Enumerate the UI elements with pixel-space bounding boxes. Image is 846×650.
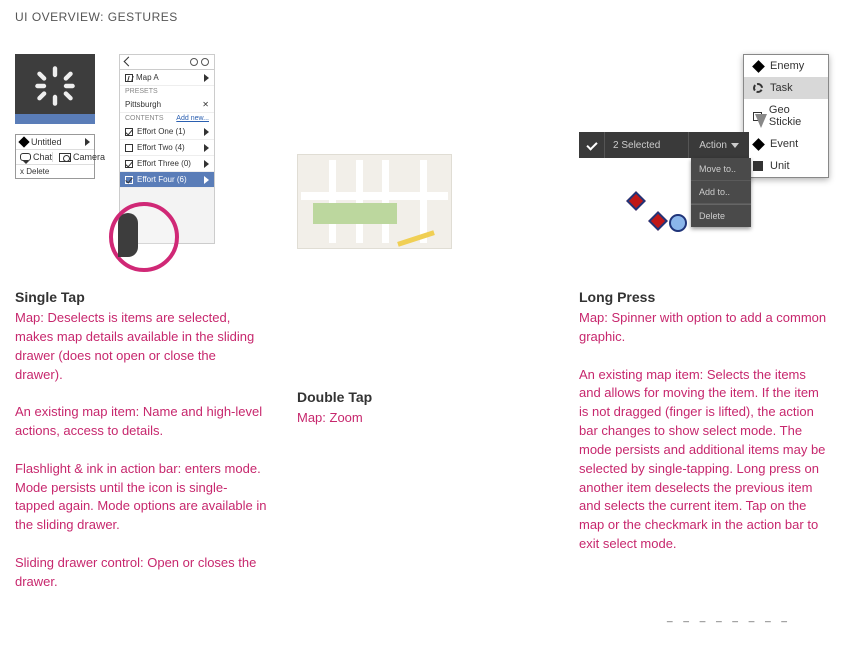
- menu-item-move-to[interactable]: Move to..: [691, 158, 751, 181]
- touch-indicator-icon: [109, 202, 179, 272]
- panel-map-label: Map A: [136, 73, 159, 82]
- chevron-right-icon[interactable]: [204, 128, 209, 136]
- panel-row-selected[interactable]: Effort Four (6): [120, 172, 214, 188]
- map-icon: [125, 74, 133, 82]
- panel-row-label: Effort Two (4): [137, 143, 185, 152]
- single-tap-column: Untitled Chat Camera: [15, 54, 267, 592]
- checkbox-checked-icon[interactable]: [125, 160, 133, 168]
- delete-action[interactable]: x Delete: [20, 167, 49, 176]
- panel-section-presets: PRESETS: [120, 86, 214, 97]
- chevron-right-icon[interactable]: [204, 74, 209, 82]
- popup-item-label: Geo Stickie: [769, 104, 820, 128]
- checkbox-checked-icon[interactable]: [125, 128, 133, 136]
- popup-item-unit[interactable]: Unit: [744, 155, 828, 177]
- map-marker-dot[interactable]: [669, 214, 687, 232]
- gear-icon[interactable]: [190, 58, 198, 66]
- selection-action-bar: 2 Selected Action: [579, 132, 749, 158]
- map-pin-icon: [755, 114, 767, 128]
- diamond-icon: [18, 136, 29, 147]
- chevron-right-icon[interactable]: [204, 160, 209, 168]
- long-press-column: Enemy Task Geo Stickie Event: [579, 54, 831, 592]
- map-marker-diamond[interactable]: [626, 191, 646, 211]
- callout-item-name: Untitled: [31, 137, 62, 147]
- panel-row-label: Effort Four (6): [137, 175, 187, 184]
- circle-dashed-icon: [753, 83, 763, 93]
- back-icon[interactable]: [124, 57, 134, 67]
- long-press-illustration: Enemy Task Geo Stickie Event: [579, 54, 831, 264]
- single-tap-illustration: Untitled Chat Camera: [15, 54, 267, 264]
- camera-icon: [59, 153, 71, 162]
- action-dropdown-menu: Move to.. Add to.. Delete: [691, 158, 751, 227]
- panel-section-contents: CONTENTS: [125, 115, 164, 122]
- popup-item-label: Unit: [770, 160, 790, 172]
- panel-row-label: Effort One (1): [137, 127, 185, 136]
- menu-item-add-to[interactable]: Add to..: [691, 181, 751, 204]
- chevron-right-icon: [85, 138, 90, 146]
- popup-item-event[interactable]: Event: [744, 133, 828, 155]
- long-press-title: Long Press: [579, 289, 831, 305]
- double-tap-illustration: [297, 154, 549, 364]
- page-header: UI OVERVIEW: GESTURES: [15, 10, 831, 24]
- chat-label[interactable]: Chat: [33, 152, 52, 162]
- selection-count-label: 2 Selected: [605, 140, 688, 151]
- panel-row-label: Effort Three (0): [137, 159, 191, 168]
- diamond-icon: [752, 138, 765, 151]
- double-tap-description: Map: Zoom: [297, 409, 549, 428]
- double-tap-column: Double Tap Map: Zoom: [297, 54, 549, 592]
- chevron-right-icon[interactable]: [204, 176, 209, 184]
- menu-item-delete[interactable]: Delete: [691, 204, 751, 227]
- long-press-description: Map: Spinner with option to add a common…: [579, 309, 831, 554]
- checkbox-checked-icon[interactable]: [125, 176, 133, 184]
- panel-row[interactable]: Effort Two (4): [120, 140, 214, 156]
- action-dropdown-button[interactable]: Action: [688, 132, 749, 158]
- checkmark-icon: [586, 139, 597, 150]
- map-marker-diamond[interactable]: [648, 211, 668, 231]
- spinner-tile-strip: [15, 114, 95, 124]
- panel-row[interactable]: Effort Three (0): [120, 156, 214, 172]
- map-tile: [297, 154, 452, 249]
- popup-item-task[interactable]: Task: [744, 77, 828, 99]
- panel-row[interactable]: Effort One (1): [120, 124, 214, 140]
- popup-item-label: Enemy: [770, 60, 804, 72]
- checkbox-empty-icon[interactable]: [125, 144, 133, 152]
- spinner-icon: [33, 64, 77, 108]
- add-new-link[interactable]: Add new...: [176, 115, 209, 122]
- preset-delete-icon[interactable]: ✕: [202, 100, 209, 109]
- popup-item-label: Task: [770, 82, 793, 94]
- popup-item-label: Event: [770, 138, 798, 150]
- double-tap-title: Double Tap: [297, 389, 549, 405]
- preset-name: Pittsburgh: [125, 100, 161, 109]
- chevron-right-icon[interactable]: [204, 144, 209, 152]
- spinner-tile: [15, 54, 95, 118]
- refresh-icon[interactable]: [201, 58, 209, 66]
- chat-icon: [20, 153, 31, 161]
- single-tap-title: Single Tap: [15, 289, 267, 305]
- map-item-callout: Untitled Chat Camera: [15, 134, 95, 179]
- square-icon: [753, 161, 763, 171]
- single-tap-description: Map: Deselects is items are selected, ma…: [15, 309, 267, 592]
- gesture-columns: Untitled Chat Camera: [15, 54, 831, 592]
- chevron-down-icon: [731, 143, 739, 148]
- popup-item-enemy[interactable]: Enemy: [744, 55, 828, 77]
- action-label: Action: [699, 140, 727, 151]
- camera-label[interactable]: Camera: [73, 152, 105, 162]
- footer-divider: _ _ _ _ _ _ _ _: [15, 612, 831, 623]
- diamond-icon: [752, 60, 765, 73]
- exit-select-mode-button[interactable]: [579, 132, 605, 158]
